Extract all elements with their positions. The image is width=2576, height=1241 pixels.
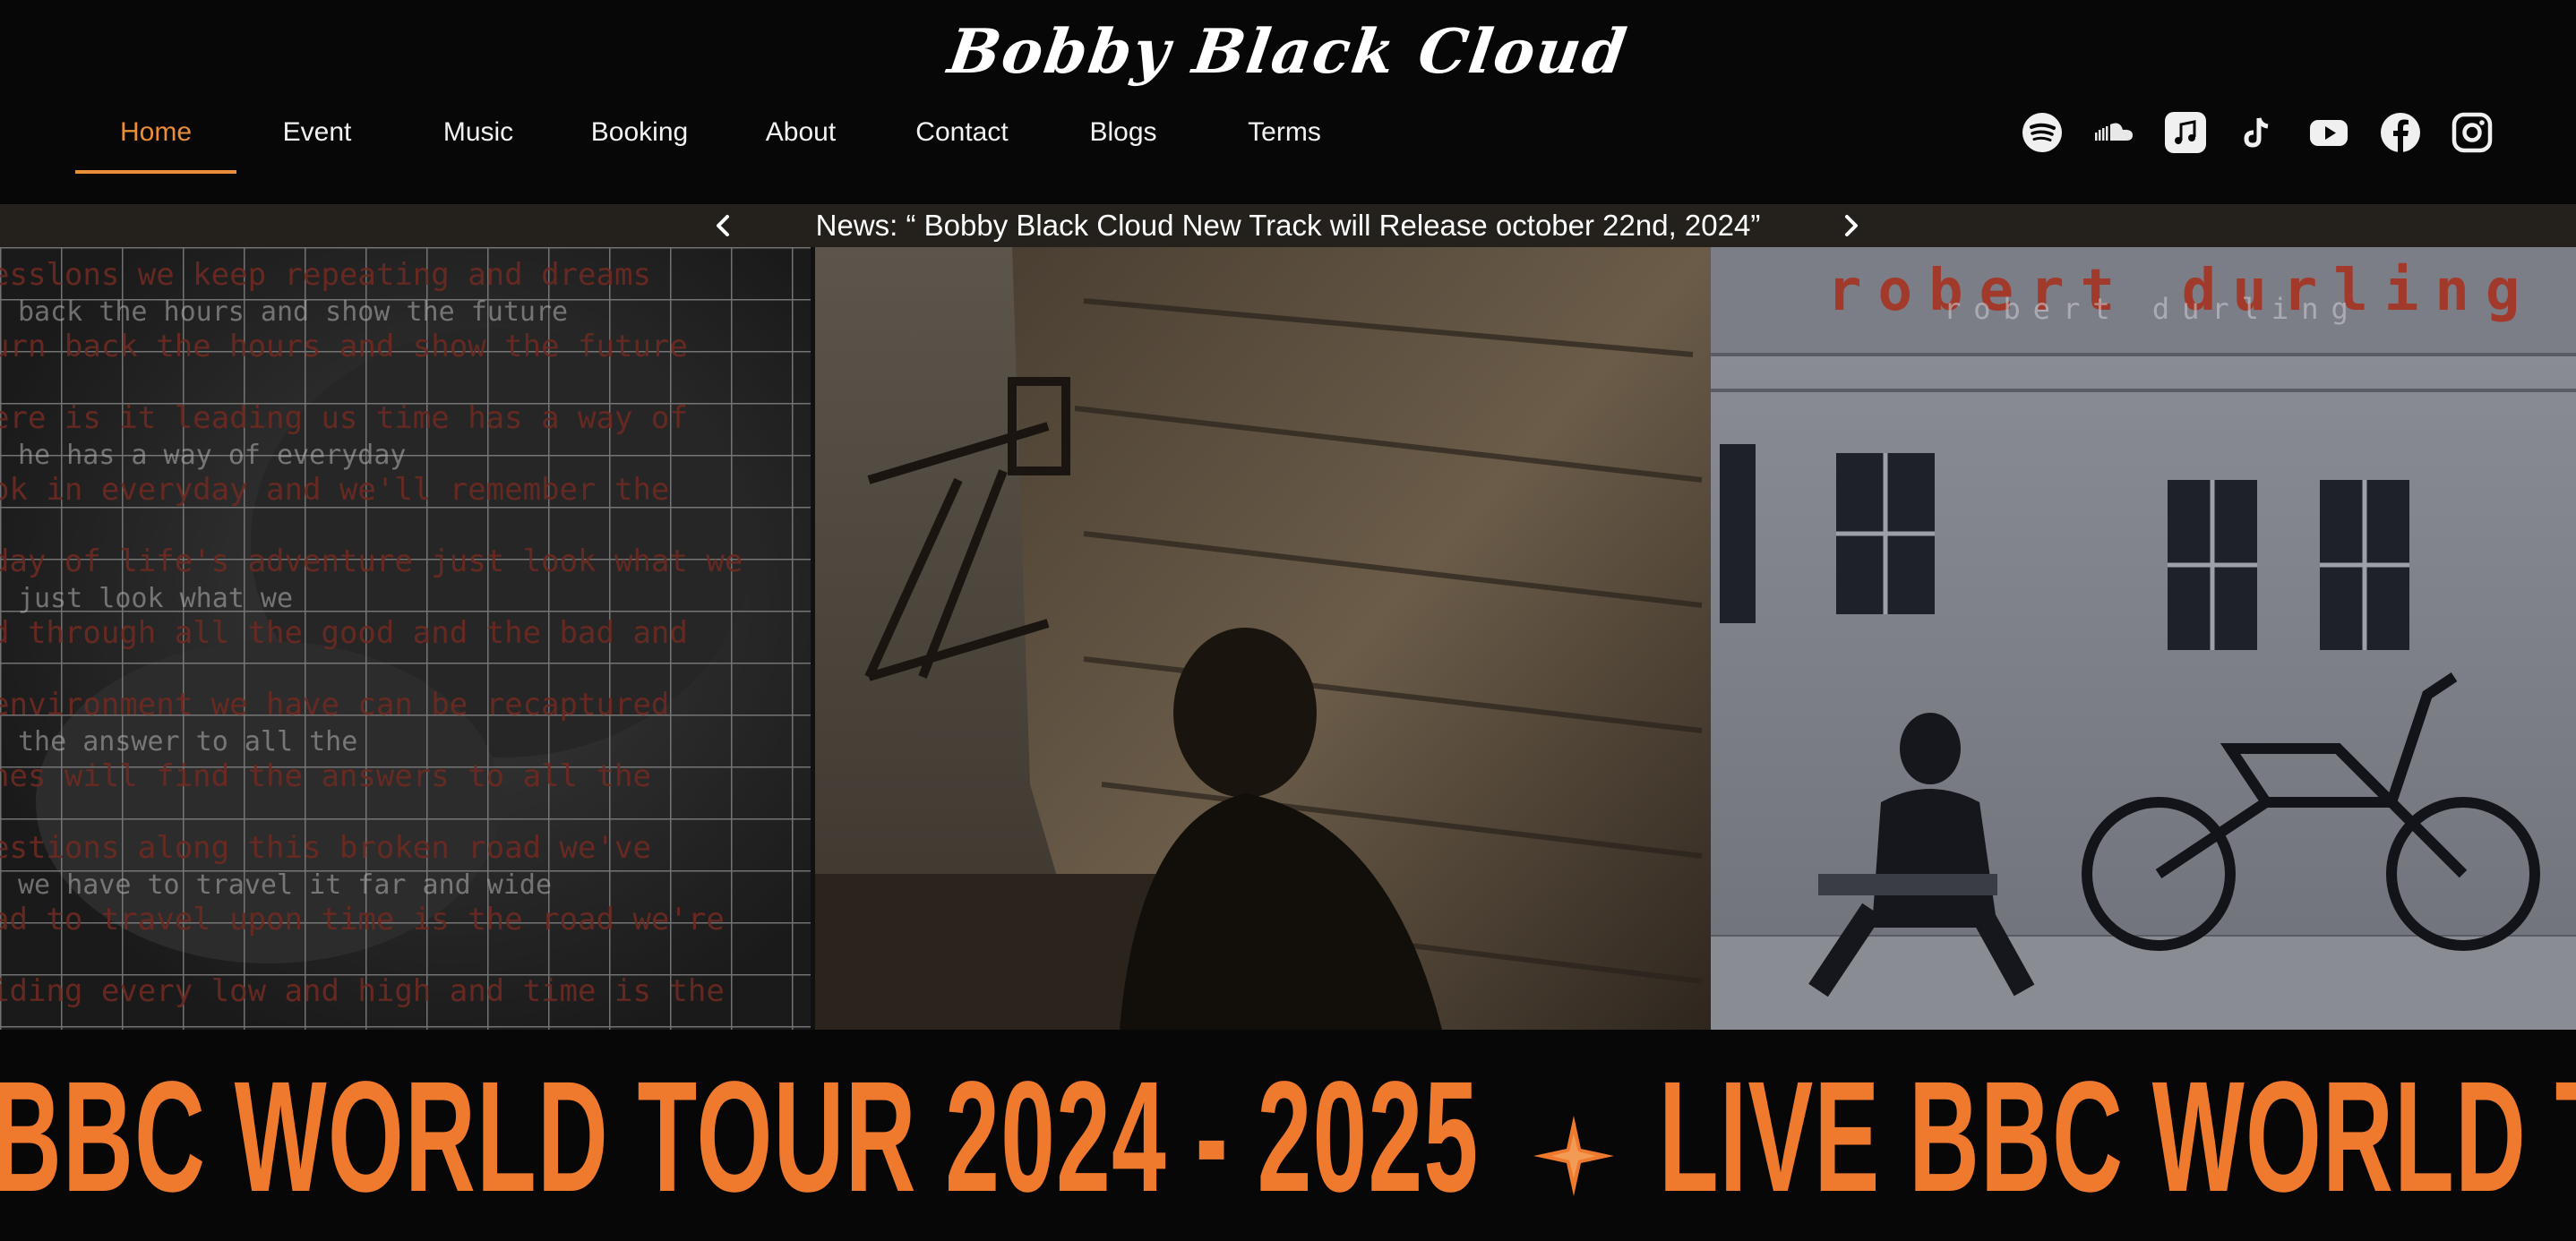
svg-text:day of life's adventure just l: day of life's adventure just look what w… bbox=[0, 543, 743, 579]
svg-text:just look what we: just look what we bbox=[18, 583, 293, 614]
news-text[interactable]: News: “ Bobby Black Cloud New Track will… bbox=[0, 204, 2576, 247]
banner-text-1: BBC WORLD TOUR 2024 - 2025 bbox=[0, 1049, 1480, 1225]
tour-banner: BBC WORLD TOUR 2024 - 2025 LIVE BBC WORL… bbox=[0, 1030, 2576, 1241]
nav-about[interactable]: About bbox=[720, 106, 881, 174]
svg-text:d through all the good and the: d through all the good and the bad and bbox=[0, 615, 688, 651]
banner-text-2: LIVE BBC WORLD TO bbox=[1659, 1049, 2576, 1225]
album-cover-lyrics: esslons we keep repeating and dreams urn… bbox=[0, 247, 815, 1030]
svg-text:hes will find the answers to a: hes will find the answers to all the bbox=[0, 758, 651, 794]
nav-event[interactable]: Event bbox=[236, 106, 398, 174]
svg-text:ad to travel upon time is the: ad to travel upon time is the road we're bbox=[0, 902, 725, 937]
nav-booking[interactable]: Booking bbox=[559, 106, 720, 174]
star-icon bbox=[1533, 1116, 1614, 1196]
soundcloud-icon[interactable] bbox=[2092, 111, 2135, 154]
nav-terms[interactable]: Terms bbox=[1204, 106, 1365, 174]
svg-text:iding every low and high and t: iding every low and high and time is the bbox=[0, 973, 725, 1009]
site-logo[interactable]: Bobby Black Cloud bbox=[0, 16, 2576, 88]
album-cover-sepia bbox=[815, 247, 1711, 1030]
nav-home[interactable]: Home bbox=[75, 106, 236, 174]
news-prev-icon[interactable] bbox=[706, 208, 742, 244]
svg-text:urn back the hours and show th: urn back the hours and show the future bbox=[0, 329, 688, 364]
album-cover-robert-durling: robert durling robert durling bbox=[1711, 247, 2576, 1030]
facebook-icon[interactable] bbox=[2379, 111, 2422, 154]
svg-text:he has a way of everyday: he has a way of everyday bbox=[18, 440, 406, 471]
svg-text:ere is it leading us time has: ere is it leading us time has a way of bbox=[0, 400, 688, 436]
hero-collage: esslons we keep repeating and dreams urn… bbox=[0, 247, 2576, 1030]
spotify-icon[interactable] bbox=[2021, 111, 2064, 154]
svg-text:environment we have can be rec: environment we have can be recaptured bbox=[0, 687, 669, 723]
news-bar: News: “ Bobby Black Cloud New Track will… bbox=[0, 204, 2576, 247]
svg-text:ok in everyday and we'll remem: ok in everyday and we'll remember the bbox=[0, 472, 669, 508]
svg-text:robert durling: robert durling bbox=[1944, 292, 2361, 326]
svg-text:esslons we keep repeating and: esslons we keep repeating and dreams bbox=[0, 257, 651, 293]
svg-text:the answer to all the: the answer to all the bbox=[18, 726, 357, 757]
nav-music[interactable]: Music bbox=[398, 106, 559, 174]
instagram-icon[interactable] bbox=[2451, 111, 2494, 154]
svg-text:we have to travel it far and w: we have to travel it far and wide bbox=[18, 869, 552, 901]
nav-blogs[interactable]: Blogs bbox=[1043, 106, 1204, 174]
svg-text:back the hours and show the fu: back the hours and show the future bbox=[18, 296, 568, 328]
tiktok-icon[interactable] bbox=[2236, 111, 2279, 154]
apple-music-icon[interactable] bbox=[2164, 111, 2207, 154]
news-next-icon[interactable] bbox=[1833, 208, 1868, 244]
site-header: Bobby Black Cloud Home Event Music Booki… bbox=[0, 0, 2576, 204]
youtube-icon[interactable] bbox=[2307, 111, 2350, 154]
svg-text:estions along this broken road: estions along this broken road we've bbox=[0, 830, 651, 866]
nav-contact[interactable]: Contact bbox=[881, 106, 1043, 174]
